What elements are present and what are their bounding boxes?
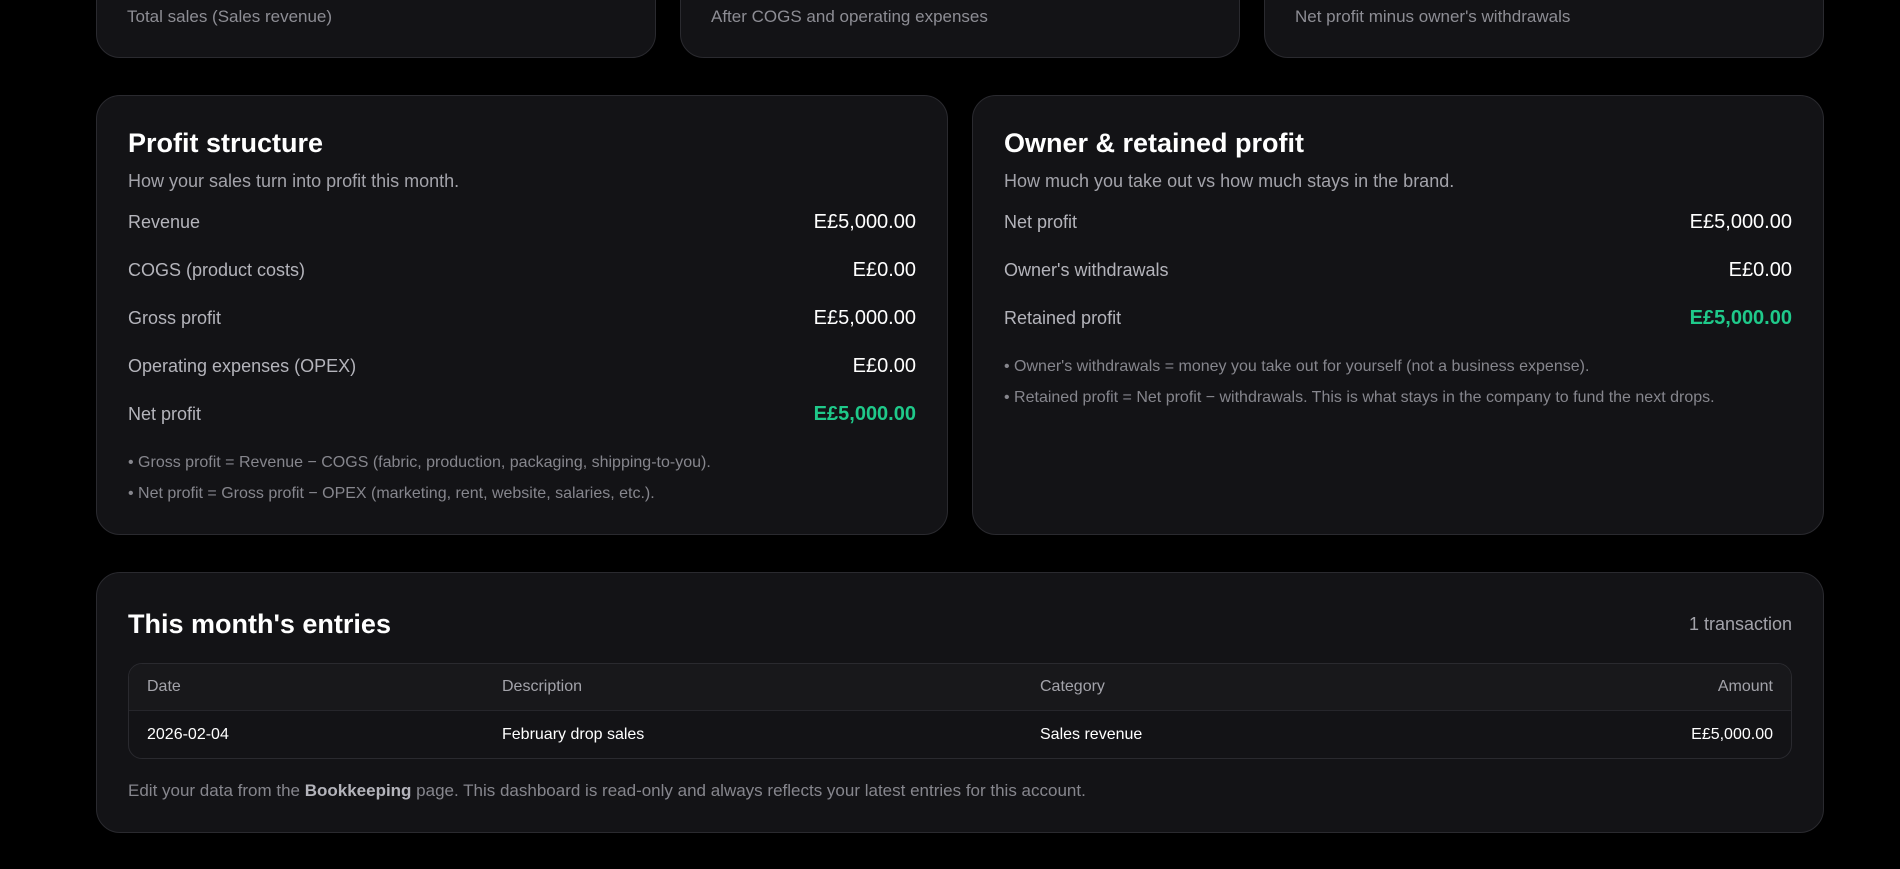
column-header-category[interactable]: Category: [1040, 678, 1440, 696]
metric-row-revenue: Revenue E£5,000.00: [128, 199, 916, 247]
kpi-subtitle: After COGS and operating expenses: [711, 7, 988, 26]
footer-suffix: page. This dashboard is read-only and al…: [411, 781, 1086, 800]
entries-table: Date Description Category Amount 2026-02…: [128, 663, 1792, 759]
metric-value-positive: E£5,000.00: [1689, 307, 1792, 330]
notes: • Owner's withdrawals = money you take o…: [1004, 351, 1792, 413]
card-subtitle: How much you take out vs how much stays …: [1004, 171, 1455, 191]
profit-structure-card: Profit structure How your sales turn int…: [96, 95, 948, 535]
dashboard-page: Total sales (Sales revenue) After COGS a…: [0, 0, 1900, 869]
metric-row-retained-profit: Retained profit E£5,000.00: [1004, 295, 1792, 343]
note: • Owner's withdrawals = money you take o…: [1004, 357, 1590, 375]
metric-label: Owner's withdrawals: [1004, 260, 1169, 281]
metric-row-opex: Operating expenses (OPEX) E£0.00: [128, 343, 916, 391]
notes: • Gross profit = Revenue − COGS (fabric,…: [128, 447, 916, 509]
kpi-subtitle: Total sales (Sales revenue): [127, 7, 333, 26]
transaction-count: 1 transaction: [1688, 613, 1792, 634]
kpi-card-net-profit: After COGS and operating expenses: [680, 0, 1240, 58]
footer-note: Edit your data from the Bookkeeping page…: [128, 781, 1792, 801]
metric-row-gross-profit: Gross profit E£5,000.00: [128, 295, 916, 343]
metric-list: Net profit E£5,000.00 Owner's withdrawal…: [1004, 199, 1792, 343]
cell-category: Sales revenue: [1040, 725, 1143, 743]
metric-value: E£0.00: [852, 259, 916, 282]
metric-label: Gross profit: [128, 308, 222, 329]
metric-row-net-profit: Net profit E£5,000.00: [1004, 199, 1792, 247]
column-header-amount[interactable]: Amount: [1440, 678, 1773, 696]
entries-card: This month's entries 1 transaction Date …: [96, 572, 1824, 833]
entries-header: This month's entries 1 transaction: [128, 609, 1792, 639]
metric-value-positive: E£5,000.00: [813, 403, 916, 426]
cell-amount: E£5,000.00: [1691, 725, 1773, 743]
kpi-subtitle: Net profit minus owner's withdrawals: [1295, 7, 1571, 26]
note: • Gross profit = Revenue − COGS (fabric,…: [128, 453, 711, 471]
note: • Retained profit = Net profit − withdra…: [1004, 388, 1715, 406]
metric-value: E£5,000.00: [1689, 211, 1792, 234]
table-row[interactable]: 2026-02-04 February drop sales Sales rev…: [129, 711, 1791, 758]
bookkeeping-link[interactable]: Bookkeeping: [305, 781, 412, 800]
column-header-date[interactable]: Date: [147, 678, 502, 696]
metric-value: E£5,000.00: [813, 307, 916, 330]
cell-date: 2026-02-04: [147, 725, 229, 743]
table-header-row: Date Description Category Amount: [129, 664, 1791, 711]
column-header-description[interactable]: Description: [502, 678, 1040, 696]
metric-row-net-profit: Net profit E£5,000.00: [128, 391, 916, 439]
metric-row-owner-withdrawals: Owner's withdrawals E£0.00: [1004, 247, 1792, 295]
kpi-card-revenue: Total sales (Sales revenue): [96, 0, 656, 58]
metric-value: E£0.00: [1728, 259, 1792, 282]
owner-retained-card: Owner & retained profit How much you tak…: [972, 95, 1824, 535]
card-subtitle: How your sales turn into profit this mon…: [128, 171, 460, 191]
footer-prefix: Edit your data from the: [128, 781, 305, 800]
metric-label: Net profit: [128, 404, 202, 425]
metric-row-cogs: COGS (product costs) E£0.00: [128, 247, 916, 295]
metric-label: Operating expenses (OPEX): [128, 356, 357, 377]
metric-value: E£5,000.00: [813, 211, 916, 234]
metric-label: COGS (product costs): [128, 260, 306, 281]
card-title: Profit structure: [128, 128, 324, 158]
metric-value: E£0.00: [852, 355, 916, 378]
note: • Net profit = Gross profit − OPEX (mark…: [128, 484, 655, 502]
metric-list: Revenue E£5,000.00 COGS (product costs) …: [128, 199, 916, 439]
metric-label: Net profit: [1004, 212, 1078, 233]
card-title: Owner & retained profit: [1004, 128, 1305, 158]
card-title: This month's entries: [128, 608, 391, 639]
metric-label: Revenue: [128, 212, 201, 233]
metric-label: Retained profit: [1004, 308, 1122, 329]
cell-description: February drop sales: [502, 725, 645, 743]
kpi-card-retained-profit: Net profit minus owner's withdrawals: [1264, 0, 1824, 58]
